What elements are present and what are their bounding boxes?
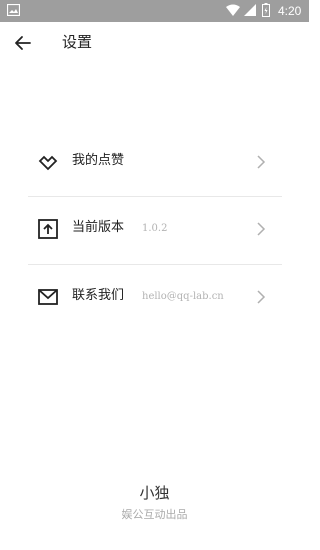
- wifi-icon: [226, 4, 240, 16]
- settings-item-version[interactable]: 当前版本 1.0.2: [28, 197, 282, 263]
- chevron-right-icon: [257, 155, 266, 169]
- mail-icon: [38, 289, 58, 305]
- settings-item-label: 联系我们: [72, 288, 125, 303]
- app-bar: 设置: [0, 22, 309, 62]
- upload-box-icon: [38, 219, 58, 239]
- chevron-right-icon: [257, 222, 266, 236]
- image-icon: [7, 4, 20, 16]
- back-arrow-icon[interactable]: [10, 30, 36, 56]
- battery-icon: [262, 3, 270, 17]
- settings-item-label: 我的点赞: [72, 153, 125, 168]
- footer-brand: 小独: [139, 484, 170, 502]
- status-bar: 4:20: [0, 0, 309, 22]
- signal-icon: [244, 4, 256, 16]
- contact-email: hello@qq-lab.cn: [142, 291, 224, 302]
- version-value: 1.0.2: [142, 223, 168, 234]
- page-title: 设置: [62, 33, 93, 51]
- settings-item-contact[interactable]: 联系我们 hello@qq-lab.cn: [28, 265, 282, 331]
- settings-item-likes[interactable]: 我的点赞: [28, 130, 282, 196]
- footer-subtitle: 娱公互动出品: [121, 508, 188, 521]
- settings-item-label: 当前版本: [72, 220, 125, 235]
- status-time: 4:20: [278, 4, 302, 18]
- heart-outline-icon: [38, 155, 58, 171]
- chevron-right-icon: [257, 290, 266, 304]
